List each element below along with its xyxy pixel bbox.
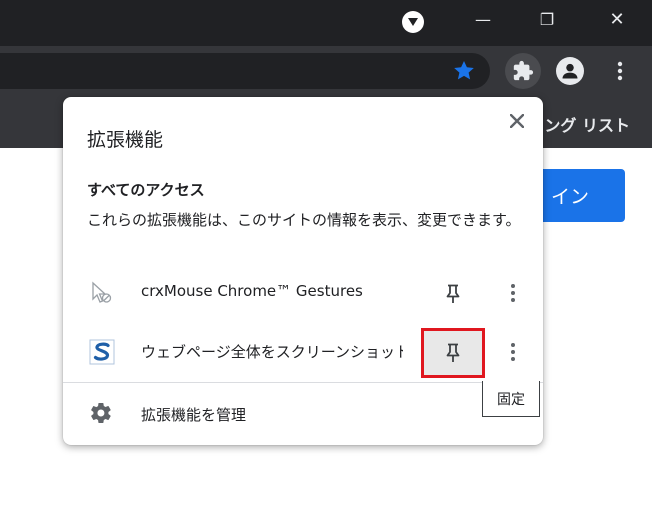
pin-icon bbox=[446, 284, 460, 303]
extension-name: crxMouse Chrome™ Gestures bbox=[141, 282, 363, 300]
extension-more-button[interactable] bbox=[501, 338, 525, 366]
minimize-icon: — bbox=[475, 9, 491, 29]
pin-button[interactable] bbox=[421, 269, 485, 319]
popup-title: 拡張機能 bbox=[87, 129, 164, 151]
extension-name: ウェブページ全体をスクリーンショット... bbox=[141, 343, 403, 361]
title-bar: — ❐ ✕ bbox=[0, 0, 652, 46]
tab-search-icon[interactable] bbox=[402, 11, 424, 33]
extensions-button[interactable] bbox=[505, 53, 541, 89]
profile-icon bbox=[562, 63, 578, 79]
minimize-button[interactable]: — bbox=[460, 0, 506, 38]
access-heading: すべてのアクセス bbox=[87, 181, 205, 199]
close-icon bbox=[510, 114, 524, 128]
gear-icon bbox=[89, 401, 113, 425]
restore-button[interactable]: ❐ bbox=[524, 0, 570, 38]
pin-tooltip: 固定 bbox=[482, 381, 540, 417]
pin-button-highlighted[interactable] bbox=[421, 328, 485, 378]
popup-close-button[interactable] bbox=[505, 109, 529, 133]
pin-icon bbox=[446, 343, 460, 362]
window-close-icon: ✕ bbox=[609, 8, 625, 30]
restore-icon: ❐ bbox=[539, 9, 555, 29]
extension-more-button[interactable] bbox=[501, 279, 525, 307]
access-description: これらの拡張機能は、このサイトの情報を表示、変更できます。 bbox=[87, 211, 521, 229]
browser-toolbar bbox=[0, 46, 652, 96]
extension-row-screenshot[interactable]: ウェブページ全体をスクリーンショット... bbox=[63, 323, 543, 381]
extensions-popup: 拡張機能 すべてのアクセス これらの拡張機能は、このサイトの情報を表示、変更でき… bbox=[63, 97, 543, 445]
kebab-menu-icon bbox=[511, 343, 515, 361]
profile-button[interactable] bbox=[556, 57, 584, 85]
manage-extensions-label: 拡張機能を管理 bbox=[141, 406, 247, 424]
extension-row-crxmouse[interactable]: crxMouse Chrome™ Gestures bbox=[63, 264, 543, 322]
browser-menu-button[interactable] bbox=[606, 57, 634, 85]
s-logo-icon bbox=[89, 339, 115, 365]
kebab-menu-icon bbox=[511, 284, 515, 302]
address-bar[interactable] bbox=[0, 53, 490, 89]
window-close-button[interactable]: ✕ bbox=[594, 0, 640, 38]
kebab-menu-icon bbox=[617, 61, 623, 81]
extensions-puzzle-icon bbox=[513, 60, 534, 81]
manage-extensions-row[interactable]: 拡張機能を管理 bbox=[63, 383, 543, 441]
mouse-cursor-icon bbox=[89, 280, 115, 306]
bookmark-star-icon[interactable] bbox=[452, 59, 476, 83]
